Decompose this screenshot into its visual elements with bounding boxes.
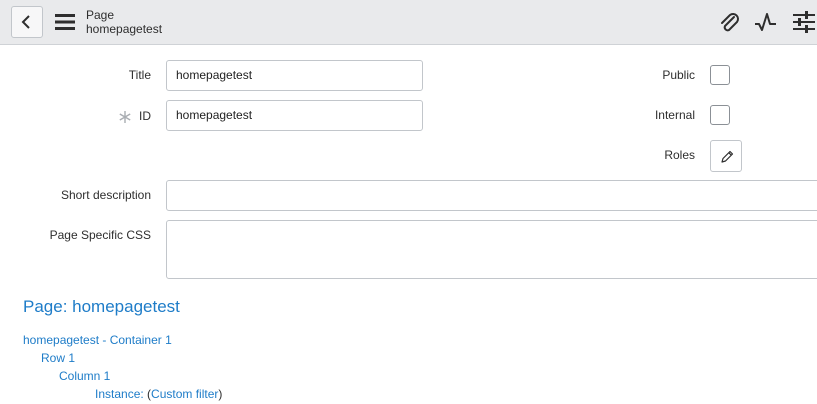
paperclip-icon[interactable] <box>717 11 741 33</box>
short-description-input[interactable] <box>166 180 817 211</box>
instance-close-paren: ) <box>218 387 223 401</box>
page-structure-heading: Page: homepagetest <box>23 297 180 316</box>
instance-label: Instance: <box>95 387 144 401</box>
short-description-label: Short description <box>60 188 151 202</box>
back-button[interactable] <box>11 6 43 38</box>
row-link[interactable]: Row 1 <box>41 351 75 365</box>
pencil-icon <box>721 150 734 163</box>
title-label: Title <box>128 68 151 82</box>
edit-roles-button[interactable] <box>710 140 742 172</box>
container-link[interactable]: homepagetest - Container 1 <box>23 333 172 347</box>
id-input[interactable]: homepagetest <box>166 100 423 131</box>
column-link[interactable]: Column 1 <box>59 369 110 383</box>
activity-icon[interactable] <box>754 11 778 33</box>
id-label: ID <box>139 109 151 123</box>
record-name-subtitle: homepagetest <box>86 22 163 36</box>
page-css-label: Page Specific CSS <box>49 228 151 242</box>
public-checkbox[interactable] <box>710 65 730 85</box>
instance-custom-filter-link[interactable]: Custom filter <box>151 387 218 401</box>
settings-sliders-icon[interactable] <box>791 11 815 33</box>
instance-line: Instance: (Custom filter) <box>95 387 222 401</box>
public-label: Public <box>662 68 695 82</box>
header-text: Page homepagetest <box>86 8 162 36</box>
internal-label: Internal <box>654 108 695 122</box>
roles-label: Roles <box>664 148 695 162</box>
header-bar: Page homepagetest <box>0 0 817 45</box>
record-type-title: Page <box>86 8 115 22</box>
title-input[interactable]: homepagetest <box>166 60 423 91</box>
page-css-textarea[interactable] <box>166 220 817 279</box>
hamburger-menu-icon[interactable] <box>55 13 75 31</box>
internal-checkbox[interactable] <box>710 105 730 125</box>
back-chevron-icon <box>21 15 30 29</box>
